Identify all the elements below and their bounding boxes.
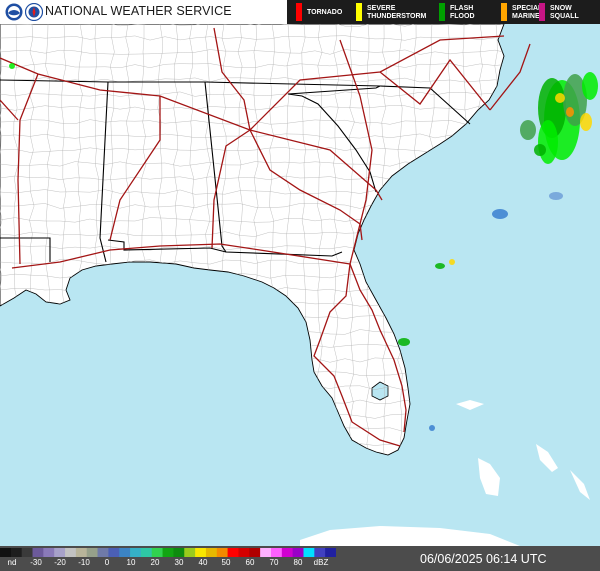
radar-echo [555, 93, 565, 103]
scale-label: -10 [78, 558, 90, 567]
radar-echo [580, 113, 592, 131]
radar-echo [449, 259, 455, 265]
scale-label: 50 [221, 558, 231, 567]
noaa-logo [5, 3, 23, 21]
scale-label: 70 [269, 558, 279, 567]
colorbar-cell [227, 548, 239, 557]
colorbar-cell [281, 548, 293, 557]
alert-label-line: MARINE [512, 12, 540, 20]
radar-echo [538, 120, 558, 164]
alert-label-line: FLASH [450, 5, 474, 12]
alert-swatch [356, 3, 362, 21]
alert-swatch [501, 3, 507, 21]
scale-label: 40 [198, 558, 208, 567]
colorbar-cell [314, 548, 326, 557]
radar-echo [549, 192, 563, 200]
colorbar-cell [32, 548, 44, 557]
scale-label: -20 [54, 558, 66, 567]
alert-label-line: SNOW [550, 5, 572, 12]
radar-echo [582, 72, 598, 100]
alert-label-line: THUNDERSTORM [367, 12, 427, 20]
colorbar-cell [21, 548, 33, 557]
colorbar-cell [325, 548, 336, 557]
colorbar-cell [108, 548, 120, 557]
scale-label: nd [7, 558, 17, 567]
alert-label-line: SPECIAL [512, 5, 543, 12]
radar-echo [520, 120, 536, 140]
scale-label: 0 [104, 558, 110, 567]
header-bar: NATIONAL WEATHER SERVICE TORNADO SEVERE TH… [0, 0, 600, 24]
colorbar-cell [303, 548, 315, 557]
radar-echo [429, 425, 435, 431]
alert-label-line: FLOOD [450, 12, 475, 20]
scale-label: -30 [30, 558, 42, 567]
colorbar-cell [0, 548, 12, 557]
scale-label: 10 [126, 558, 136, 567]
colorbar-cell [75, 548, 88, 557]
radar-map [0, 24, 600, 546]
nws-logo [25, 3, 43, 21]
colorbar-cell [173, 548, 185, 557]
colorbar-cell [205, 548, 218, 557]
colorbar-cell [195, 548, 207, 557]
radar-echo [9, 63, 15, 69]
timestamp: 06/06/2025 06:14 UTC [420, 552, 547, 566]
alert-label-line: SEVERE [367, 5, 396, 12]
colorbar-cell [292, 548, 304, 557]
colorbar-cell [270, 548, 283, 557]
alert-label-line: TORNADO [307, 9, 343, 16]
colorbar-cell [97, 548, 109, 557]
alert-swatch [539, 3, 545, 21]
colorbar-cell [86, 548, 98, 557]
scale-label: 80 [293, 558, 303, 567]
colorbar-cell [151, 548, 163, 557]
alert-legend: TORNADO SEVERE THUNDERSTORM FLASH FLOOD SPECI… [287, 0, 600, 24]
colorbar-cell [162, 548, 174, 557]
colorbar-cell [249, 548, 261, 557]
alert-swatch [439, 3, 445, 21]
colorbar-cell [184, 548, 196, 557]
colorbar-cell [43, 548, 55, 557]
radar-echo [566, 107, 574, 117]
scale-label: 30 [174, 558, 184, 567]
radar-echo [398, 338, 410, 346]
agency-name: NATIONAL WEATHER SERVICE [45, 4, 232, 18]
colorbar-cell [119, 548, 131, 557]
radar-echo [492, 209, 508, 219]
alert-label: SNOW SQUALL [550, 5, 600, 20]
alert-swatch [296, 3, 302, 21]
legend-bar: nd -30 -20 -10 0 10 20 30 40 50 60 70 80 dBZ 06/06/20… [0, 546, 600, 571]
radar-echo [534, 144, 546, 156]
radar-view: NATIONAL WEATHER SERVICE TORNADO SEVERE TH… [0, 0, 600, 571]
scale-label: 60 [245, 558, 255, 567]
colorbar-cell [54, 548, 66, 557]
dbz-colorbar [0, 548, 336, 557]
colorbar-cell [130, 548, 142, 557]
alert-label: SEVERE THUNDERSTORM [367, 5, 429, 20]
colorbar-cell [140, 548, 153, 557]
colorbar-cell [260, 548, 272, 557]
colorbar-cell [10, 548, 22, 557]
alert-label-line: SQUALL [550, 12, 579, 20]
colorbar-cell [65, 548, 77, 557]
scale-label: 20 [150, 558, 160, 567]
radar-echo [435, 263, 445, 269]
colorbar-cell [238, 548, 250, 557]
scale-label: dBZ [313, 558, 329, 567]
colorbar-cell [216, 548, 228, 557]
